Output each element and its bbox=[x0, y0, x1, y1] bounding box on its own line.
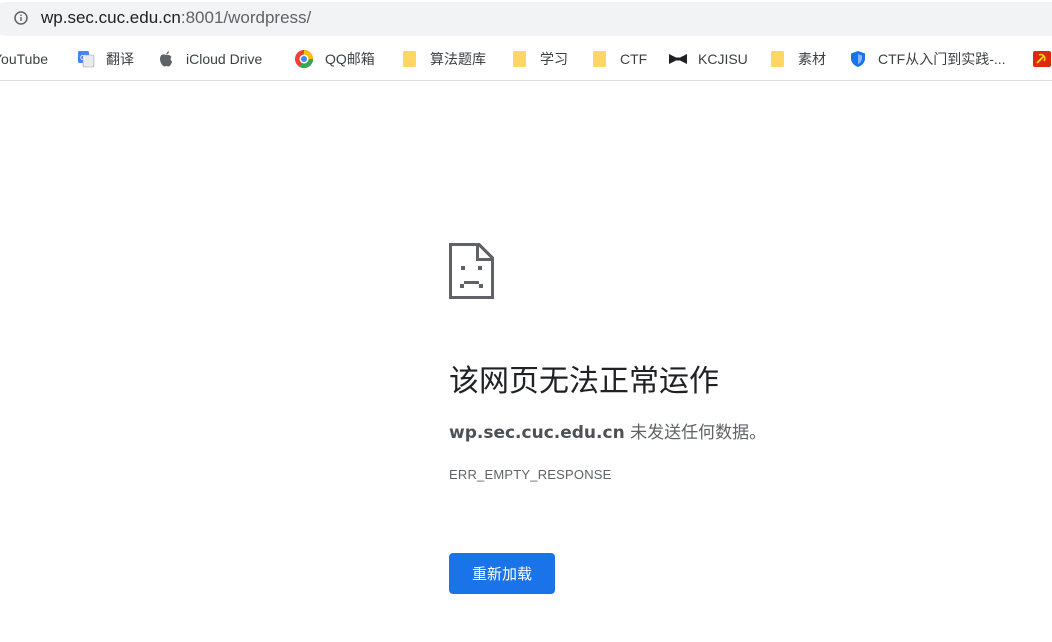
error-detail: wp.sec.cuc.edu.cn 未发送任何数据。 bbox=[449, 418, 766, 443]
bookmark-qqmail[interactable]: QQ邮箱 bbox=[294, 48, 375, 70]
reload-button[interactable]: 重新加载 bbox=[449, 553, 555, 594]
bookmark-label: YouTube bbox=[0, 51, 49, 67]
bookmark-label: KCJISU bbox=[698, 51, 748, 67]
bowtie-icon bbox=[668, 50, 688, 68]
bookmark-ctf-book[interactable]: CTF从入门到实践-... bbox=[849, 48, 1006, 70]
svg-text:G: G bbox=[80, 54, 85, 62]
qq-mail-icon bbox=[294, 49, 314, 69]
apple-icon bbox=[158, 50, 174, 68]
folder-icon bbox=[511, 50, 529, 68]
error-host: wp.sec.cuc.edu.cn bbox=[449, 423, 625, 443]
bookmark-label: 素材 bbox=[798, 51, 826, 67]
flag-icon bbox=[1033, 50, 1051, 68]
shield-icon bbox=[849, 50, 867, 68]
folder-icon bbox=[769, 50, 787, 68]
error-message: 未发送任何数据。 bbox=[624, 423, 767, 443]
sad-page-icon bbox=[449, 243, 494, 299]
url-text[interactable]: wp.sec.cuc.edu.cn:8001/wordpress/ bbox=[41, 8, 311, 28]
url-host: wp.sec.cuc.edu.cn bbox=[41, 8, 181, 27]
bookmark-folder-ctf[interactable]: CTF bbox=[591, 48, 647, 70]
url-path: :8001/wordpress/ bbox=[180, 8, 312, 27]
bookmark-folder-assets[interactable]: 素材 bbox=[769, 48, 826, 70]
bookmark-label: iCloud Drive bbox=[186, 51, 263, 67]
bookmark-label: CTF从入门到实践-... bbox=[878, 51, 1006, 67]
bookmark-translate[interactable]: G 翻译 bbox=[77, 48, 134, 70]
bookmark-folder-study[interactable]: 学习 bbox=[511, 48, 568, 70]
bookmarks-bar: YouTube G 翻译 iCloud Drive bbox=[0, 40, 1052, 81]
error-title: 该网页无法正常运作 bbox=[449, 364, 719, 399]
bookmark-label: CTF bbox=[620, 51, 648, 67]
folder-icon bbox=[591, 50, 609, 68]
translate-icon: G bbox=[77, 50, 95, 68]
address-bar-area: wp.sec.cuc.edu.cn:8001/wordpress/ bbox=[0, 0, 1052, 40]
bookmark-folder-algorithms[interactable]: 算法题库 bbox=[401, 48, 486, 70]
bookmark-youtube[interactable]: YouTube bbox=[0, 48, 48, 70]
error-code[interactable]: ERR_EMPTY_RESPONSE bbox=[449, 467, 612, 482]
bookmark-kcjisu[interactable]: KCJISU bbox=[668, 48, 748, 70]
bookmark-label: 学习 bbox=[540, 51, 568, 67]
info-icon[interactable] bbox=[14, 11, 28, 25]
bookmark-label: 算法题库 bbox=[430, 51, 486, 67]
bookmark-label: QQ邮箱 bbox=[325, 51, 375, 67]
bookmark-label: 翻译 bbox=[106, 51, 134, 67]
bookmark-overflow-icon[interactable] bbox=[1033, 48, 1051, 70]
bookmark-icloud[interactable]: iCloud Drive bbox=[158, 48, 262, 70]
folder-icon bbox=[401, 50, 419, 68]
